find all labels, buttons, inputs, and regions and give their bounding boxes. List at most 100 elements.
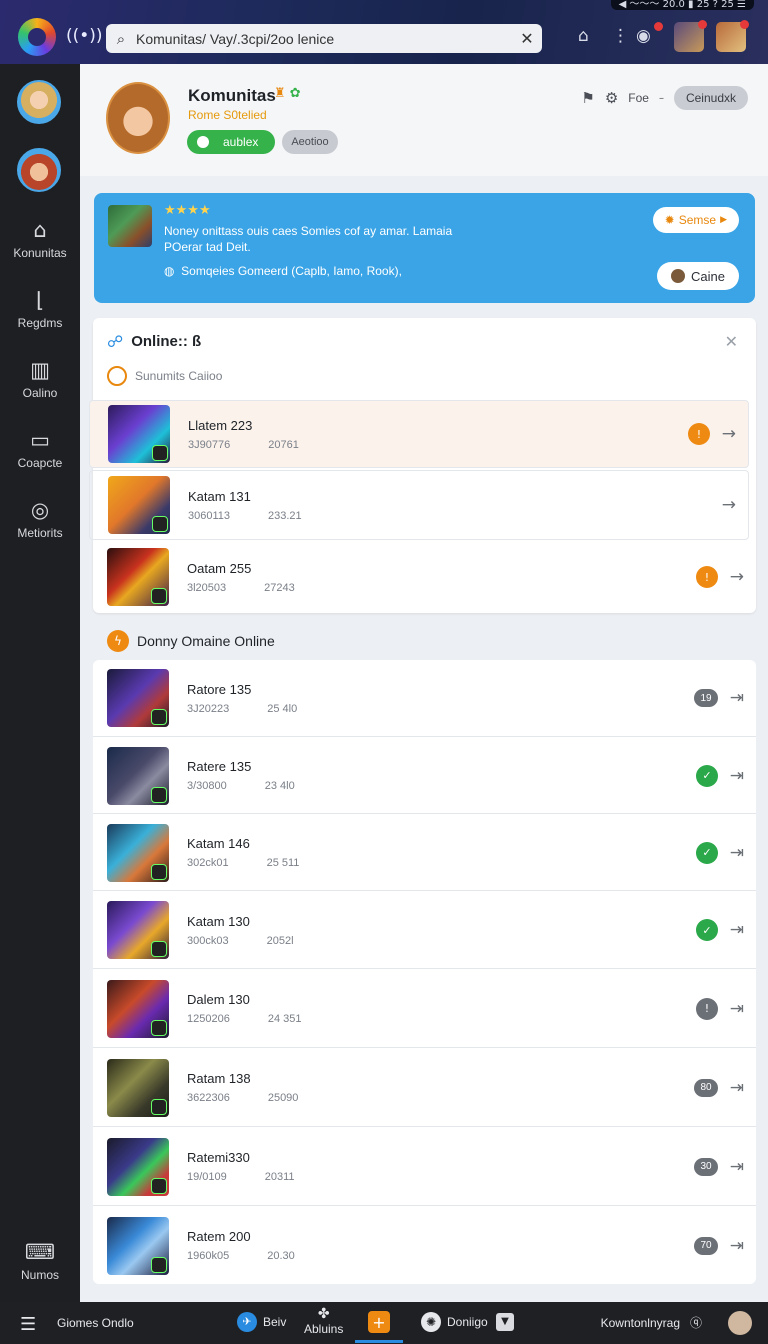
arrow-right-icon[interactable]: → — [722, 424, 736, 444]
action-label[interactable]: Foe — [628, 91, 649, 105]
join-arrow-icon[interactable]: ⇥ — [730, 999, 744, 1019]
menu-icon[interactable]: ☰ — [20, 1314, 36, 1335]
banner-primary-button[interactable]: ✹ Semse ▶ — [652, 207, 739, 233]
online-card-header: ☍ Online:: ß — [107, 332, 201, 351]
status-toggle[interactable]: aublex — [187, 130, 275, 154]
join-arrow-icon[interactable]: ⇥ — [730, 688, 744, 708]
list-item[interactable]: Ratem 200 1960k05 20.30 70 ⇥ — [93, 1207, 756, 1284]
profile-header: Komunitas ♜ ✿ Rome S0telied aublex Aeoti… — [80, 64, 768, 176]
sidebar-item-numos[interactable]: ⌨ Numos — [0, 1240, 80, 1282]
tag-icon — [152, 445, 168, 461]
app-logo-icon[interactable] — [18, 18, 56, 56]
broadcast-icon[interactable]: ((•)) — [66, 26, 103, 46]
tag-icon — [152, 516, 168, 532]
item-name: Katam 131 — [188, 488, 251, 504]
sidebar-item-label: Regdms — [17, 316, 63, 330]
bottom-tab-doniigo[interactable]: ✺ Doniigo — [421, 1312, 488, 1332]
item-meta-2: 20.30 — [267, 1250, 295, 1262]
item-name: Llatem 223 — [188, 417, 253, 433]
banner-text-2: POerar tad Deit. — [164, 240, 251, 254]
item-name: Dalem 130 — [187, 992, 250, 1007]
list-item[interactable]: Llatem 223 3J90776 20761 ! → — [89, 400, 749, 468]
bottom-tab-label: Doniigo — [447, 1315, 488, 1329]
list-item[interactable]: Ratore 135 3J20223 25 4l0 19 ⇥ — [93, 660, 756, 737]
item-name: Ratam 138 — [187, 1071, 251, 1086]
sidebar-item-oalino[interactable]: ▥ Oalino — [0, 358, 80, 400]
sidebar-item-komunitas[interactable]: ⌂ Konunitas — [0, 218, 80, 260]
sidebar-item-metiorits[interactable]: ◎ Metiorits — [0, 498, 80, 540]
secondary-pill[interactable]: Aeotioo — [282, 130, 338, 154]
tag-icon — [151, 1177, 167, 1194]
join-arrow-icon[interactable]: ⇥ — [730, 1236, 744, 1256]
dash-icon: – — [658, 92, 664, 104]
profile-badges: ♜ ✿ — [274, 86, 301, 101]
item-meta-1: 1250206 — [187, 1013, 230, 1025]
item-meta-1: 300ck03 — [187, 934, 229, 947]
join-arrow-icon[interactable]: ⇥ — [730, 843, 744, 863]
users-icon: ☍ — [107, 332, 124, 351]
list-item[interactable]: Katam 146 302ck01 25 511 ✓ ⇥ — [93, 815, 756, 891]
item-meta-1: 3/30800 — [187, 780, 227, 792]
arrow-right-icon[interactable]: → — [722, 495, 736, 515]
item-name: Ratere 135 — [187, 759, 252, 774]
grid-icon: ▥ — [30, 358, 50, 382]
list-item[interactable]: Ratam 138 3622306 25090 80 ⇥ — [93, 1049, 756, 1127]
store-icon[interactable]: ⌂ — [578, 26, 589, 46]
online-card-subtitle: Sunumits Caiioo — [107, 366, 222, 386]
game-thumbnail — [107, 746, 169, 805]
item-meta-2: 20311 — [264, 1171, 295, 1183]
item-meta-1: 3622306 — [187, 1092, 230, 1104]
status-badge: 80 — [694, 1078, 718, 1097]
join-arrow-icon[interactable]: ⇥ — [730, 1157, 744, 1177]
item-meta-1: 1960k05 — [187, 1250, 230, 1262]
notification-icon[interactable]: ◉ — [636, 26, 651, 46]
bottom-tab-beiv[interactable]: ✈ Beiv — [237, 1312, 286, 1332]
banner-secondary-button[interactable]: Caine — [657, 262, 739, 290]
list-item[interactable]: Ratemi330 19/0109 20311 30 ⇥ — [93, 1128, 756, 1206]
clear-icon[interactable]: ✕ — [512, 29, 542, 48]
list-item[interactable]: Oatam 255 3l20503 27243 ! → — [93, 544, 756, 610]
settings-icon[interactable]: ⚙ — [605, 89, 618, 107]
more-vertical-icon[interactable]: ⋮ — [612, 26, 629, 46]
list-item[interactable]: Katam 131 3060113 233.21 → — [89, 470, 749, 540]
join-arrow-icon[interactable]: ⇥ — [730, 1078, 744, 1098]
sidebar-item-coapcte[interactable]: ▭ Coapcte — [0, 428, 80, 470]
action-chip[interactable]: Ceinudxk — [673, 86, 748, 110]
search-bar[interactable]: ⌕ ✕ — [106, 24, 542, 53]
sidebar-item-regdms[interactable]: ⌊ Regdms — [0, 288, 80, 330]
sidebar-item-label: Oalino — [22, 386, 58, 400]
list-item[interactable]: Dalem 130 1250206 24 351 ! ⇥ — [93, 970, 756, 1048]
item-name: Katam 130 — [187, 913, 250, 929]
bottom-left-label[interactable]: Giomes Ondlo — [57, 1316, 134, 1330]
game-thumbnail — [108, 405, 170, 463]
sparkle-icon: ✹ — [664, 213, 675, 227]
close-icon[interactable]: ✕ — [725, 332, 738, 351]
status-badge: ✓ — [696, 764, 718, 787]
play-icon: ▶ — [720, 215, 727, 225]
friend-badge — [698, 20, 707, 29]
banner-text-3-value: Somqeies Gomeerd (Caplb, Iamo, Rook), — [181, 264, 402, 278]
join-arrow-icon[interactable]: ⇥ — [730, 766, 744, 786]
server-avatar-1[interactable] — [17, 80, 61, 124]
join-arrow-icon[interactable]: ⇥ — [730, 920, 744, 940]
dropdown-icon[interactable]: ▼ — [496, 1313, 514, 1331]
game-thumbnail — [107, 901, 169, 959]
list-item[interactable]: Katam 130 300ck03 2052l ✓ ⇥ — [93, 892, 756, 969]
game-list: Ratore 135 3J20223 25 4l0 19 ⇥ Ratere 135 3… — [93, 660, 756, 1284]
item-meta-1: 19/0109 — [187, 1171, 227, 1183]
game-thumbnail — [107, 1137, 169, 1196]
arrow-right-icon[interactable]: → — [730, 567, 744, 587]
search-input[interactable] — [136, 30, 512, 47]
bottom-right-label[interactable]: Kowntonlnyrag — [601, 1316, 680, 1330]
list-item[interactable]: Ratere 135 3/30800 23 4l0 ✓ ⇥ — [93, 738, 756, 814]
bookmark-icon[interactable]: ⚑ — [581, 89, 594, 107]
search-icon: ⌕ — [116, 29, 126, 48]
help-icon[interactable]: ⓠ — [690, 1314, 702, 1331]
trophy-icon: ♜ — [274, 86, 286, 101]
bottom-tab-abluins[interactable]: ✤ Abluins — [304, 1306, 343, 1336]
rating-stars-icon: ★★★★ — [164, 203, 211, 218]
sidebar-item-label: Metiorits — [17, 526, 63, 540]
server-avatar-2[interactable] — [17, 148, 61, 192]
add-button[interactable]: + — [368, 1311, 390, 1333]
profile-avatar-small[interactable] — [728, 1311, 752, 1335]
